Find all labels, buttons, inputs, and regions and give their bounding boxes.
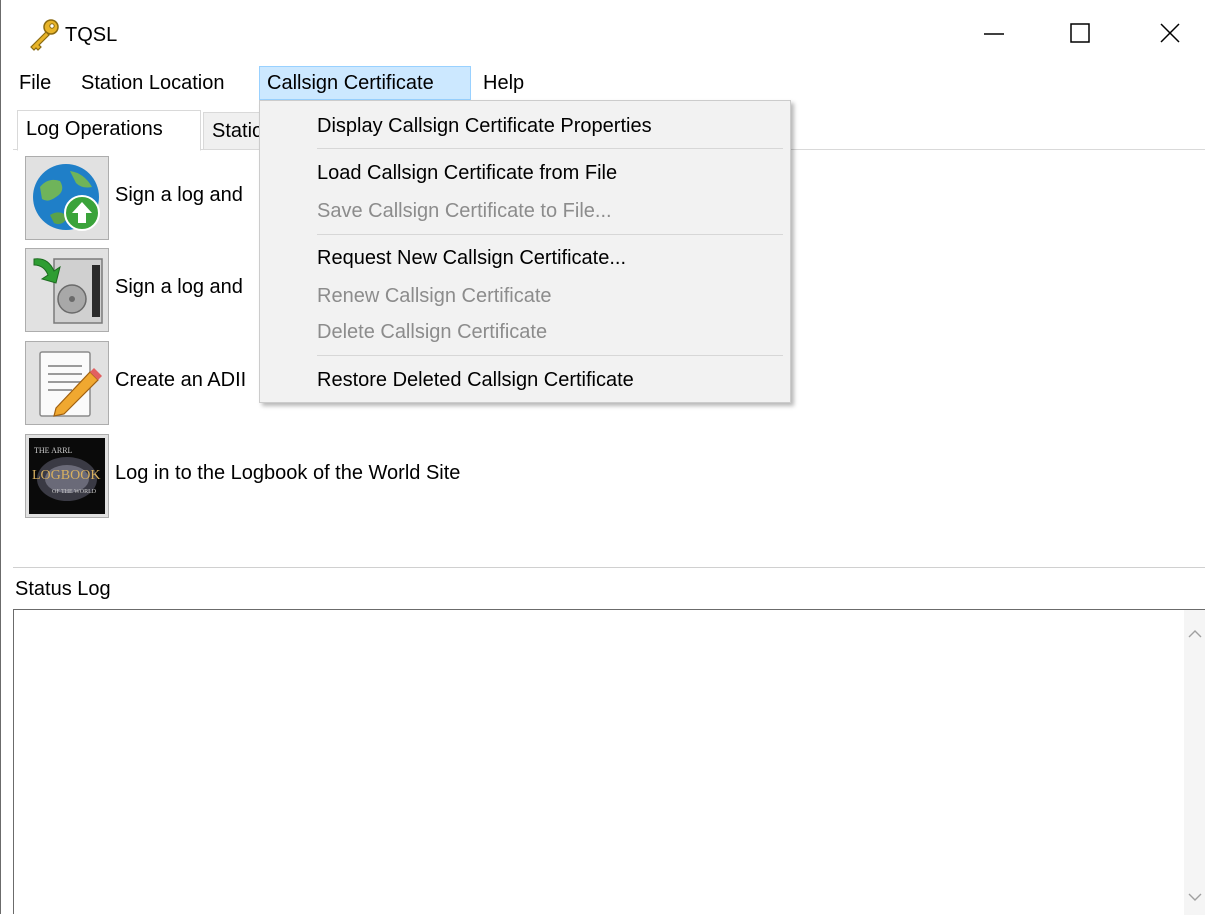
menu-callsign-certificate[interactable]: Callsign Certificate xyxy=(259,66,471,100)
globe-upload-icon xyxy=(26,164,108,244)
sign-save-button[interactable] xyxy=(25,248,109,332)
menu-item-delete-certificate: Delete Callsign Certificate xyxy=(317,321,548,343)
operation-label: Log in to the Logbook of the World Site xyxy=(115,462,461,484)
edit-document-icon xyxy=(26,351,108,429)
operation-label: Create an ADII xyxy=(115,369,247,391)
tab-log-operations[interactable]: Log Operations xyxy=(17,110,201,151)
menu-station-location[interactable]: Station Location xyxy=(75,66,230,100)
menu-item-renew-certificate: Renew Callsign Certificate xyxy=(317,285,552,307)
operation-label: Sign a log and xyxy=(115,184,243,206)
menu-item-request-certificate[interactable]: Request New Callsign Certificate... xyxy=(260,240,790,276)
divider xyxy=(13,567,1205,568)
menu-file[interactable]: File xyxy=(13,66,57,100)
lotw-login-button[interactable]: THE ARRL LOGBOOK OF THE WORLD xyxy=(25,434,109,518)
operation-label: Sign a log and xyxy=(115,276,243,298)
status-log-textarea[interactable] xyxy=(13,609,1205,915)
operation-lotw-login[interactable]: THE ARRL LOGBOOK OF THE WORLD Log in to … xyxy=(25,434,625,518)
menu-separator xyxy=(317,234,783,235)
menu-help[interactable]: Help xyxy=(477,66,530,100)
maximize-button[interactable] xyxy=(1051,10,1111,58)
logbook-logo-icon: THE ARRL LOGBOOK OF THE WORLD xyxy=(26,438,108,522)
sign-upload-button[interactable] xyxy=(25,156,109,240)
scroll-down-icon[interactable] xyxy=(1188,885,1202,908)
vertical-scrollbar[interactable] xyxy=(1184,610,1205,915)
menu-item-load-certificate[interactable]: Load Callsign Certificate from File xyxy=(260,155,790,191)
menu-bar: File Station Location Callsign Certifica… xyxy=(1,66,1205,100)
menu-separator xyxy=(317,355,783,356)
minimize-button[interactable] xyxy=(965,10,1025,58)
menu-item-display-properties[interactable]: Display Callsign Certificate Properties xyxy=(260,108,790,144)
status-log-title: Status Log xyxy=(15,578,111,600)
title-bar: TQSL xyxy=(1,0,1205,66)
menu-item-save-certificate: Save Callsign Certificate to File... xyxy=(317,200,612,222)
menu-item-restore-certificate[interactable]: Restore Deleted Callsign Certificate xyxy=(260,362,790,398)
key-icon xyxy=(27,18,61,52)
menu-separator xyxy=(317,148,783,149)
close-button[interactable] xyxy=(1141,10,1201,58)
scroll-up-icon[interactable] xyxy=(1188,622,1202,645)
svg-text:OF THE WORLD: OF THE WORLD xyxy=(52,489,97,495)
svg-text:THE ARRL: THE ARRL xyxy=(34,446,73,455)
callsign-certificate-dropdown: Display Callsign Certificate Properties … xyxy=(259,100,791,403)
window-title: TQSL xyxy=(65,24,118,46)
save-disk-icon xyxy=(26,258,108,336)
tqsl-window: TQSL File Station Location Callsign Cert… xyxy=(0,0,1205,915)
create-adif-button[interactable] xyxy=(25,341,109,425)
svg-text:LOGBOOK: LOGBOOK xyxy=(32,468,100,483)
